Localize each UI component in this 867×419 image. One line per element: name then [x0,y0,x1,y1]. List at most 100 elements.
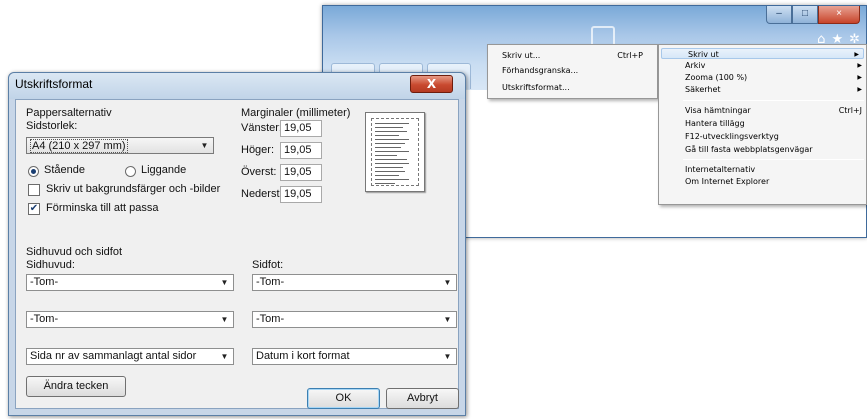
page-size-select[interactable]: A4 (210 x 297 mm) ▼ [26,137,214,154]
menu-item-print-preview[interactable]: Förhandsgranska... [488,65,657,76]
chevron-down-icon: ▼ [220,352,229,361]
dialog-title: Utskriftsformat [15,77,93,91]
menu-item-label: Visa hämtningar [685,106,751,115]
chevron-down-icon: ▼ [443,278,452,287]
preview-text-line [375,151,409,152]
header-select-2[interactable]: -Tom- ▼ [26,311,234,328]
header-select-3[interactable]: Sida nr av sammanlagt antal sidor ▼ [26,348,234,365]
footer-select-2[interactable]: -Tom- ▼ [252,311,457,328]
menu-item-about-ie[interactable]: Om Internet Explorer [659,176,866,187]
margins-heading: Marginaler (millimeter) [241,107,351,119]
chevron-down-icon: ▼ [443,315,452,324]
menu-item-internet-options[interactable]: Internetalternativ [659,164,866,175]
landscape-radio[interactable] [125,166,136,177]
shrink-to-fit-label: Förminska till att passa [46,202,159,214]
select-value: -Tom- [30,313,59,325]
dialog-close-button[interactable]: X [410,75,453,93]
menu-item-page-setup[interactable]: Utskriftsformat... [488,82,657,93]
preview-text-line [375,183,395,184]
portrait-radio[interactable] [28,166,39,177]
tools-menu: Skriv ut ▶ Arkiv ▶ Zooma (100 %) ▶ Säker… [658,44,867,205]
preview-text-line [375,167,403,168]
preview-text-line [375,179,409,180]
menu-item-print[interactable]: Skriv ut ▶ [661,48,864,59]
portrait-label: Stående [44,164,85,176]
menu-item-label: Om Internet Explorer [685,177,770,186]
menu-item-label: Skriv ut... [502,51,541,60]
preview-text-line [375,171,405,172]
cancel-button[interactable]: Avbryt [386,388,459,409]
menu-item-shortcut: Ctrl+J [838,106,862,115]
menu-item-shortcut: Ctrl+P [617,51,643,60]
chevron-down-icon: ▼ [220,315,229,324]
margin-right-input[interactable]: 19,05 [280,142,322,159]
submenu-arrow-icon: ▶ [857,86,862,93]
margin-left-input[interactable]: 19,05 [280,120,322,137]
footer-label: Sidfot: [252,259,284,271]
ok-button[interactable]: OK [307,388,380,409]
menu-item-manage-addons[interactable]: Hantera tillägg [659,118,866,129]
shrink-to-fit-checkbox[interactable]: ✔ [28,203,40,215]
header-label: Sidhuvud: [26,259,75,271]
print-submenu: Skriv ut... Ctrl+P Förhandsgranska... Ut… [487,44,658,99]
change-font-button[interactable]: Ändra tecken [26,376,126,397]
select-value: Datum i kort format [256,350,350,362]
margin-top-input[interactable]: 19,05 [280,164,322,181]
window-controls: – □ × [766,6,860,28]
preview-text-line [375,163,409,164]
dialog-body: Pappersalternativ Sidstorlek: A4 (210 x … [15,99,459,409]
menu-item-view-downloads[interactable]: Visa hämtningar Ctrl+J [659,105,866,116]
menu-separator [683,159,864,160]
menu-item-label: Arkiv [685,61,706,70]
preview-margin-box [371,118,419,186]
window-close-button[interactable]: × [818,6,860,24]
chevron-down-icon: ▼ [443,352,452,361]
menu-item-file[interactable]: Arkiv ▶ [659,60,866,71]
landscape-label: Liggande [141,164,187,176]
chevron-down-icon: ▼ [220,278,229,287]
page-preview [365,112,425,192]
menu-item-zoom[interactable]: Zooma (100 %) ▶ [659,72,866,83]
menu-item-security[interactable]: Säkerhet ▶ [659,84,866,95]
menu-item-label: Säkerhet [685,85,721,94]
preview-text-line [375,123,409,124]
select-value: -Tom- [30,276,59,288]
select-value: -Tom- [256,313,285,325]
footer-select-1[interactable]: -Tom- ▼ [252,274,457,291]
menu-item-f12-tools[interactable]: F12-utvecklingsverktyg [659,131,866,142]
preview-text-line [375,147,401,148]
preview-text-line [375,127,403,128]
preview-text-line [375,131,407,132]
header-select-1[interactable]: -Tom- ▼ [26,274,234,291]
menu-item-label: Förhandsgranska... [502,66,579,75]
menu-item-label: Hantera tillägg [685,119,745,128]
submenu-arrow-icon: ▶ [857,74,862,81]
page-size-label: Sidstorlek: [26,120,78,132]
preview-text-line [375,139,409,140]
margin-left-label: Vänster: [241,122,282,134]
menu-item-pinned-sites[interactable]: Gå till fasta webbplatsgenvägar [659,144,866,155]
select-value: -Tom- [256,276,285,288]
preview-text-line [375,155,397,156]
footer-select-3[interactable]: Datum i kort format ▼ [252,348,457,365]
minimize-button[interactable]: – [766,6,792,24]
submenu-arrow-icon: ▶ [854,51,859,58]
menu-item-label: Gå till fasta webbplatsgenvägar [685,145,813,154]
select-value: Sida nr av sammanlagt antal sidor [30,350,197,362]
preview-text-line [375,175,399,176]
menu-item-label: Skriv ut [688,50,719,59]
print-background-checkbox[interactable] [28,184,40,196]
maximize-button[interactable]: □ [792,6,818,24]
menu-item-label: F12-utvecklingsverktyg [685,132,779,141]
menu-separator [683,100,864,101]
menu-item-print[interactable]: Skriv ut... Ctrl+P [488,50,657,61]
margin-bottom-input[interactable]: 19,05 [280,186,322,203]
page-setup-dialog: Utskriftsformat X Pappersalternativ Sids… [8,72,466,416]
margin-bottom-label: Nederst: [241,188,283,200]
preview-text-line [375,143,405,144]
header-footer-heading: Sidhuvud och sidfot [26,246,123,258]
paper-options-heading: Pappersalternativ [26,107,112,119]
menu-item-label: Utskriftsformat... [502,83,570,92]
margin-right-label: Höger: [241,144,275,156]
page-size-value: A4 (210 x 297 mm) [30,139,128,153]
